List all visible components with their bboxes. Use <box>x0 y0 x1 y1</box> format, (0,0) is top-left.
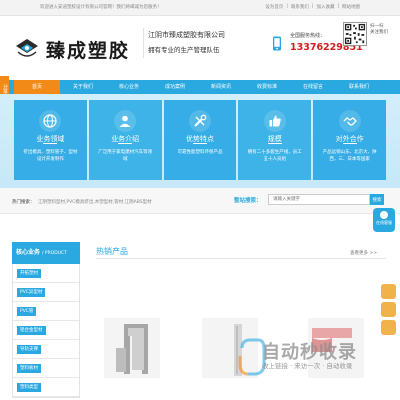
feature-row: 业务领域 挤出模具、塑料管子、型材设计开发制作 业务介绍 广泛用于家电建材汽车等… <box>14 100 386 180</box>
thumbs-up-icon <box>263 110 286 132</box>
sidebar-item: PVC管 <box>13 302 79 321</box>
chat-icon <box>380 211 388 219</box>
feature-divider <box>267 143 282 144</box>
feature-card[interactable]: 业务介绍 广泛用于家电建材汽车等领域 <box>88 100 162 180</box>
globe-icon-graphic <box>43 114 57 128</box>
feature-card[interactable]: 规模 拥有二十多套生产线，员工五十人员组 <box>238 100 312 180</box>
top-link-separator: | <box>337 4 339 9</box>
top-bar: 欢迎进入安迪塑胶设计有限公司官网！我们将竭诚为您服务！ 设为首页 | 联系我们 … <box>0 0 400 16</box>
person-icon <box>114 110 137 132</box>
nav-item-home[interactable]: 首页 <box>14 80 60 94</box>
nav-item-message[interactable]: 在线留言 <box>290 80 336 94</box>
nav-item-cases[interactable]: 成功案例 <box>152 80 198 94</box>
top-link-separator: | <box>311 4 314 9</box>
view-more-link[interactable]: 查看更多 >> <box>350 250 377 256</box>
sidebar-item: 铝合金型材 <box>13 321 79 340</box>
qr-code-icon <box>343 22 367 46</box>
product-sidebar: 核心业务 / PRODUCT 开拓塑材 PVC异型材 PVC管 铝合金型材 导轨… <box>12 242 80 400</box>
top-link-separator: | <box>286 4 288 9</box>
sidebar-item: 导轨支撑 <box>13 340 79 359</box>
hot-products-title: 热销产品 <box>96 247 128 256</box>
sidebar-item: PVC异型材 <box>13 283 79 302</box>
watermark-subtext: 收上链接 · 来访一次 · 自动收录 <box>262 362 353 370</box>
handshake-icon <box>338 110 361 132</box>
feature-card[interactable]: 业务领域 挤出模具、塑料管子、型材设计开发制作 <box>14 100 87 180</box>
feature-divider <box>118 143 133 144</box>
feature-desc: 挤出模具、塑料管子、型材设计开发制作 <box>23 150 78 162</box>
tools-icon-graphic <box>194 114 207 127</box>
top-links: 设为首页 | 联系我们 | 加入收藏 | 网站地图 <box>265 4 360 10</box>
sidebar-item: 塑料类型 <box>13 378 79 397</box>
handshake-icon-graphic <box>343 117 357 126</box>
feature-desc: 拥有二十多套生产线，员工五十人员组 <box>247 150 302 162</box>
header-divider <box>143 28 144 58</box>
sidebar-item-link[interactable]: 开拓塑材 <box>17 269 41 278</box>
nav-item-about[interactable]: 关于我们 <box>60 80 106 94</box>
thumbs-up-icon-graphic <box>269 115 281 127</box>
sitemap-link[interactable]: 网站地图 <box>342 4 360 10</box>
welcome-text: 欢迎进入安迪塑胶设计有限公司官网！我们将竭诚为您服务！ <box>40 5 162 10</box>
feature-desc: 广泛用于家电建材汽车等领域 <box>98 150 153 162</box>
product-image[interactable] <box>104 318 160 378</box>
person-icon-graphic <box>119 115 131 127</box>
search-button[interactable]: 搜索 <box>370 194 384 205</box>
sidebar-title-en: / PRODUCT <box>41 251 67 256</box>
feature-card[interactable]: 对外合作 产品远销山东、北京大、陕西，三、日本等国家 <box>313 100 386 180</box>
feature-divider <box>192 143 207 144</box>
feature-divider <box>342 143 357 144</box>
hot-search-words[interactable]: 江阴塑料型材,PVC模具挤出,木塑型材,管材,江阴ABS型材 <box>38 199 152 205</box>
site-search-label: 整站搜索： <box>234 198 262 204</box>
float-phone-button[interactable] <box>381 320 396 335</box>
feature-divider <box>43 143 58 144</box>
section-divider <box>96 258 386 259</box>
hot-search-label: 热门搜索： <box>12 200 35 205</box>
sidebar-item-link[interactable]: PVC管 <box>17 307 37 316</box>
tools-icon <box>188 110 211 132</box>
company-name: 江阴市臻成塑胶有限公司 <box>148 31 225 39</box>
sidebar-item: 塑料板材 <box>13 359 79 378</box>
logo-icon[interactable] <box>14 38 40 60</box>
nav-item-core-business[interactable]: 核心业务 <box>106 80 152 94</box>
hot-search-bar: 热门搜索： 江阴塑料型材,PVC模具挤出,木塑型材,管材,江阴ABS型材 整站搜… <box>0 188 400 214</box>
feature-desc: 产品远销山东、北京大、陕西，三、日本等国家 <box>322 150 377 162</box>
feature-card[interactable]: 优势特点 可靠性能塑料环保产品 <box>163 100 237 180</box>
nav-item-news[interactable]: 新闻资讯 <box>198 80 244 94</box>
online-service-label: 在线客服 <box>376 220 392 225</box>
search-input[interactable] <box>268 194 370 205</box>
main-nav: 首页 关于我们 核心业务 成功案例 新闻资讯 收费标准 在线留言 联系我们 <box>0 80 400 94</box>
nav-item-pricing[interactable]: 收费标准 <box>244 80 290 94</box>
set-homepage-link[interactable]: 设为首页 <box>265 4 283 10</box>
float-qq-button[interactable] <box>381 284 396 299</box>
sidebar-item-link[interactable]: 塑料类型 <box>17 383 41 392</box>
qr-caption-line: 关注我们 <box>370 30 388 35</box>
feature-desc: 可靠性能塑料环保产品 <box>177 150 223 155</box>
sidebar-item-link[interactable]: 导轨支撑 <box>17 345 41 354</box>
sidebar-title-text: 核心业务 <box>16 249 41 256</box>
nav-item-contact[interactable]: 联系我们 <box>336 80 382 94</box>
float-message-button[interactable] <box>381 302 396 317</box>
company-slogan: 拥有专业的生产管理队伍 <box>148 46 220 54</box>
phone-icon <box>273 36 281 51</box>
online-service-button[interactable]: 在线客服 <box>373 208 395 232</box>
sidebar-item-link[interactable]: PVC异型材 <box>17 288 46 297</box>
hotline-label: 全国服务热线： <box>290 33 326 39</box>
sidebar-title: 核心业务 / PRODUCT <box>12 242 80 264</box>
qr-caption: 扫一扫 关注我们 <box>370 24 394 36</box>
contact-us-link[interactable]: 联系我们 <box>291 4 309 10</box>
logo-text[interactable]: 臻成塑胶 <box>46 36 130 63</box>
sidebar-item-link[interactable]: 铝合金型材 <box>17 326 46 335</box>
sidebar-item: 开拓塑材 <box>13 264 79 283</box>
site-header: 臻成塑胶 江阴市臻成塑胶有限公司 拥有专业的生产管理队伍 全国服务热线： 133… <box>0 16 400 80</box>
sidebar-item-link[interactable]: 塑料板材 <box>17 364 41 373</box>
globe-icon <box>39 110 62 132</box>
add-favorite-link[interactable]: 加入收藏 <box>316 4 334 10</box>
